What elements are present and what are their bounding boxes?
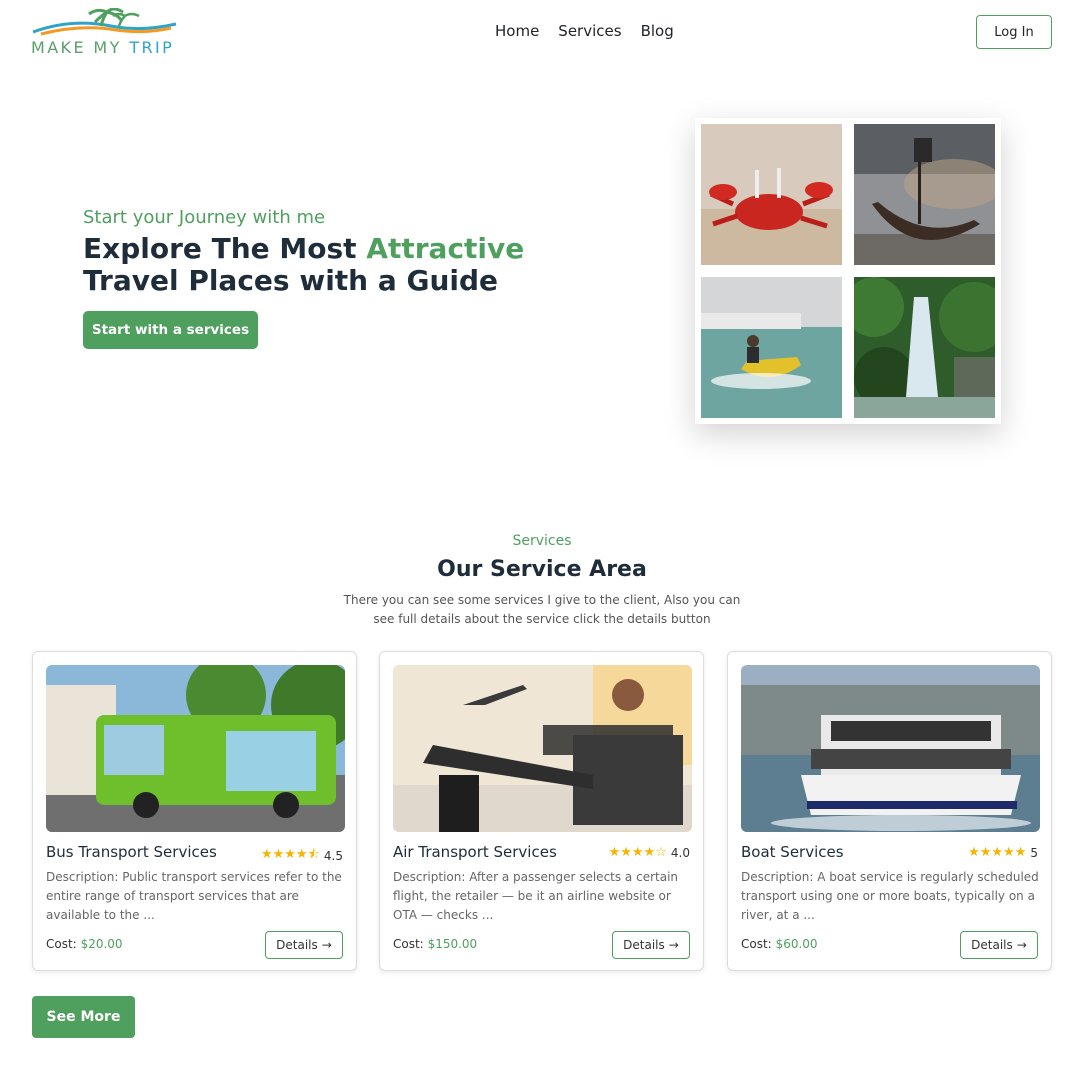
- card-cost: Cost: $20.00: [46, 937, 123, 951]
- airport-image: [393, 665, 692, 832]
- arrow-right-icon: →: [1016, 938, 1027, 952]
- hero-subtitle: Start your Journey with me: [83, 207, 326, 228]
- see-more-button[interactable]: See More: [32, 996, 135, 1038]
- service-card-bus: Bus Transport Services ★★★★⯪ 4.5 Descrip…: [32, 651, 357, 971]
- bus-image: [46, 665, 345, 832]
- services-header: Services Our Service Area There you can …: [0, 530, 1084, 629]
- service-card-air: Air Transport Services ★★★★☆ 4.0 Descrip…: [379, 651, 704, 971]
- gallery-image-boat: [854, 124, 995, 265]
- card-description: Description: A boat service is regularly…: [741, 870, 1039, 922]
- brand-logo[interactable]: MAKE MY TRIP: [31, 8, 181, 60]
- start-services-button[interactable]: Start with a services: [83, 311, 258, 349]
- card-title: Air Transport Services: [393, 843, 557, 861]
- hero-section: Start your Journey with me Explore The M…: [83, 207, 603, 349]
- rating-value: 4.0: [670, 845, 690, 860]
- arrow-right-icon: →: [668, 938, 679, 952]
- ferry-image: [741, 665, 1040, 832]
- hero-gallery: [695, 118, 1001, 424]
- services-description: There you can see some services I give t…: [343, 593, 741, 626]
- navbar: MAKE MY TRIP Home Services Blog Log In: [0, 0, 1084, 70]
- nav-services[interactable]: Services: [558, 22, 621, 40]
- logo-palm-icon: [32, 8, 177, 36]
- star-icon: ★★★★⯪: [260, 847, 320, 862]
- details-button[interactable]: Details →: [265, 931, 343, 959]
- services-title: Our Service Area: [437, 557, 647, 582]
- details-button[interactable]: Details →: [960, 931, 1038, 959]
- services-label: Services: [512, 533, 572, 549]
- service-card-boat: Boat Services ★★★★★ 5 Description: A boa…: [727, 651, 1052, 971]
- star-icon: ★★★★★: [968, 845, 1027, 860]
- rating-value: 5: [1030, 845, 1038, 860]
- gallery-image-crab: [701, 124, 842, 265]
- details-button[interactable]: Details →: [612, 931, 690, 959]
- main-nav: Home Services Blog: [495, 22, 674, 40]
- gallery-image-jetski: [701, 277, 842, 418]
- card-description: Description: After a passenger selects a…: [393, 870, 679, 922]
- logo-text: MAKE MY TRIP: [31, 38, 175, 57]
- rating: ★★★★☆ 4.0: [609, 845, 690, 860]
- nav-blog[interactable]: Blog: [641, 22, 674, 40]
- rating: ★★★★★ 5: [968, 845, 1038, 860]
- star-icon: ★★★★☆: [608, 845, 667, 860]
- login-button[interactable]: Log In: [976, 15, 1052, 49]
- card-title: Bus Transport Services: [46, 843, 217, 861]
- arrow-right-icon: →: [321, 938, 332, 952]
- gallery-image-waterfall: [854, 277, 995, 418]
- rating-value: 4.5: [323, 849, 343, 863]
- card-description: Description: Public transport services r…: [46, 870, 342, 922]
- hero-title: Explore The Most Attractive Travel Place…: [83, 232, 525, 297]
- rating: ★★★★⯪ 4.5: [261, 845, 343, 867]
- nav-home[interactable]: Home: [495, 22, 539, 40]
- card-cost: Cost: $150.00: [393, 937, 478, 951]
- card-title: Boat Services: [741, 843, 844, 861]
- card-cost: Cost: $60.00: [741, 937, 818, 951]
